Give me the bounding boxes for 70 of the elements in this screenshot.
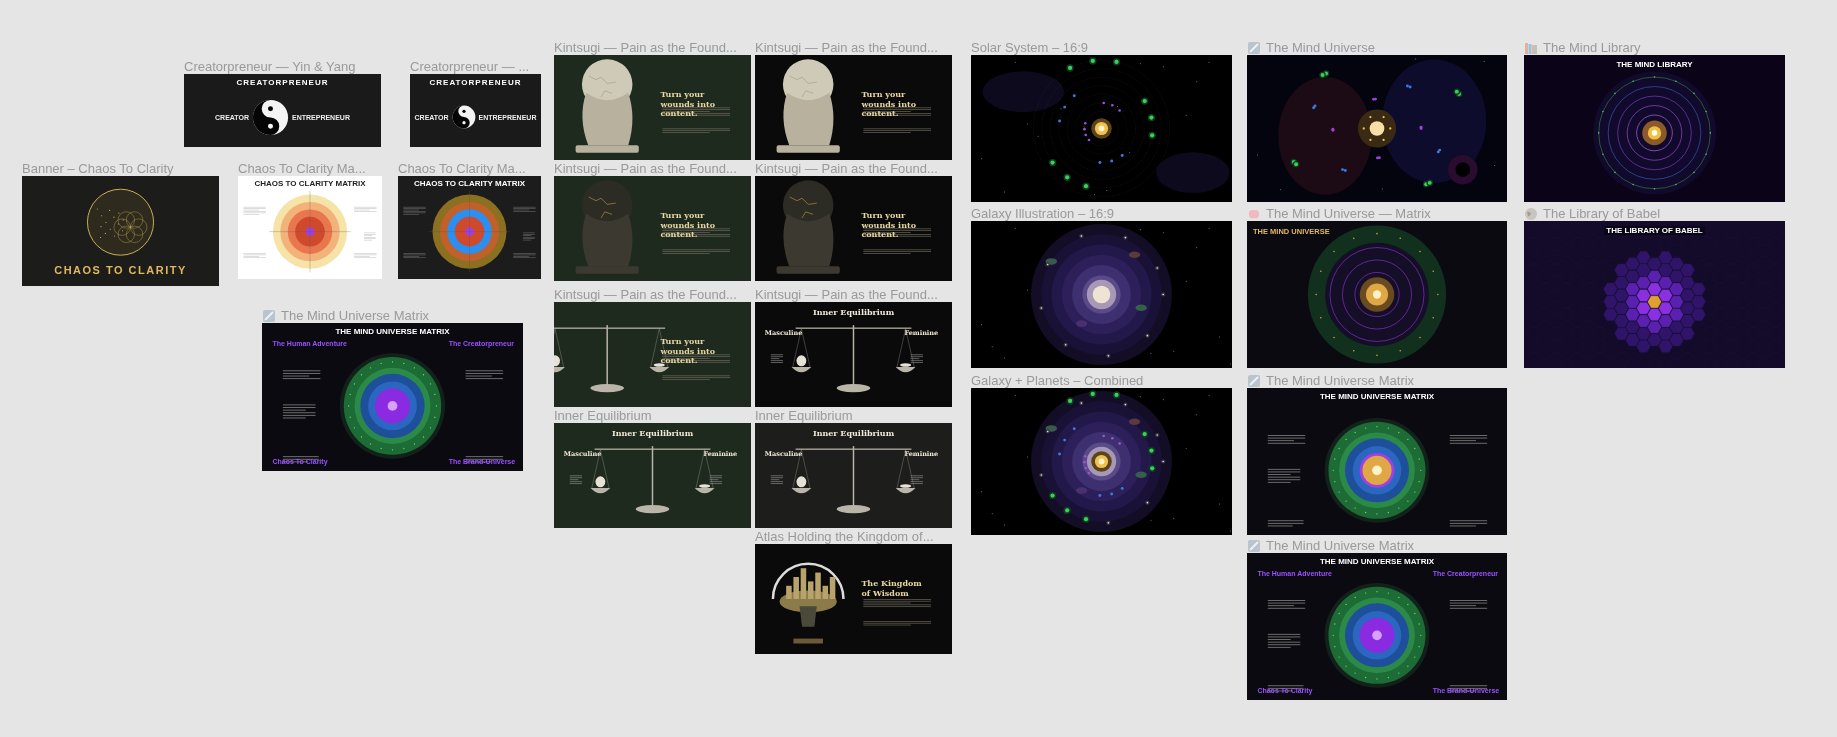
slide-title: THE MIND LIBRARY xyxy=(1616,60,1693,69)
slide-title: CHAOS TO CLARITY MATRIX xyxy=(254,179,366,188)
artboard[interactable]: CHAOS TO CLARITY MATRIX xyxy=(398,176,541,279)
slide-heading: Turn your wounds into content. xyxy=(861,211,917,239)
frame-title[interactable]: Inner Equilibrium xyxy=(755,408,853,423)
slide-title: CREATORPRENEUR xyxy=(236,78,329,87)
frame-title[interactable]: Kintsugi — Pain as the Found... xyxy=(755,287,938,302)
slide-title: CREATORPRENEUR xyxy=(429,78,522,87)
banner-title: CHAOS TO CLARITY xyxy=(54,264,187,276)
frame-title[interactable]: The Mind Universe — Matrix xyxy=(1266,206,1431,221)
frame-title[interactable]: The Library of Babel xyxy=(1543,206,1661,221)
placeholder-lines-drawing xyxy=(662,107,731,133)
frame-title[interactable]: Chaos To Clarity Ma... xyxy=(238,161,366,176)
slide-title: Inner Equilibrium xyxy=(812,428,895,438)
slide-title: CHAOS TO CLARITY MATRIX xyxy=(413,179,526,188)
slide-title: Inner Equilibrium xyxy=(812,307,895,317)
slide-heading: Turn your wounds into content. xyxy=(660,211,716,239)
artboard[interactable]: The Kingdom of Wisdom xyxy=(755,544,952,654)
slide-heading: The Kingdom of Wisdom xyxy=(861,579,923,598)
yin-yang-drawing xyxy=(451,105,476,129)
frame-title[interactable]: Banner – Chaos To Clarity xyxy=(22,161,174,176)
frame-title[interactable]: Kintsugi — Pain as the Found... xyxy=(755,161,938,176)
slide-title: THE LIBRARY OF BABEL xyxy=(1604,226,1705,235)
slide-heading: Turn your wounds into content. xyxy=(861,90,917,118)
yin-yang-drawing xyxy=(252,98,289,136)
placeholder-lines-drawing xyxy=(863,107,932,133)
globe-icon xyxy=(1524,206,1538,221)
frame-title[interactable]: Chaos To Clarity Ma... xyxy=(398,161,526,176)
frame-title[interactable]: Kintsugi — Pain as the Found... xyxy=(755,40,938,55)
image-icon xyxy=(1247,40,1261,55)
frame-title[interactable]: Kintsugi — Pain as the Found... xyxy=(554,40,737,55)
slide-title: THE MIND UNIVERSE MATRIX xyxy=(1319,392,1435,401)
frame-title[interactable]: Creatorpreneur — ... xyxy=(410,59,530,74)
frame-title[interactable]: Inner Equilibrium xyxy=(554,408,652,423)
frame-title[interactable]: Galaxy Illustration – 16:9 xyxy=(971,206,1115,221)
slide-title: THE MIND UNIVERSE MATRIX xyxy=(1319,557,1435,566)
image-icon xyxy=(262,308,276,323)
placeholder-lines-drawing xyxy=(863,228,932,254)
frame-title[interactable]: Atlas Holding the Kingdom of... xyxy=(755,529,934,544)
books-icon xyxy=(1524,40,1538,55)
placeholder-lines-drawing xyxy=(662,354,731,380)
artboard[interactable]: THE MIND UNIVERSE MATRIX xyxy=(1247,388,1507,535)
image-icon xyxy=(1247,538,1261,553)
artboard[interactable]: Turn your wounds into content. xyxy=(755,176,952,281)
frame-title[interactable]: Kintsugi — Pain as the Found... xyxy=(554,161,737,176)
slide-title: THE MIND UNIVERSE MATRIX xyxy=(335,327,450,336)
artboard[interactable]: Turn your wounds into content. xyxy=(554,302,751,407)
slide-title: Inner Equilibrium xyxy=(611,428,694,438)
placeholder-lines-drawing xyxy=(863,599,932,626)
frame-title[interactable]: The Mind Universe xyxy=(1266,40,1376,55)
artboard[interactable]: CHAOS TO CLARITY xyxy=(22,176,219,286)
slide-heading: Turn your wounds into content. xyxy=(660,90,716,118)
frame-title[interactable]: The Mind Universe Matrix xyxy=(281,308,430,323)
frame-title[interactable]: Solar System – 16:9 xyxy=(971,40,1089,55)
artboard[interactable]: THE MIND LIBRARY xyxy=(1524,55,1785,202)
flower-of-life-drawing xyxy=(87,188,154,256)
frame-title[interactable]: The Mind Universe Matrix xyxy=(1266,538,1415,553)
image-icon xyxy=(1247,373,1261,388)
artboard[interactable]: Turn your wounds into content. xyxy=(755,55,952,160)
artboard[interactable]: Turn your wounds into content. xyxy=(554,55,751,160)
frame-title[interactable]: Galaxy + Planets – Combined xyxy=(971,373,1144,388)
placeholder-lines-drawing xyxy=(662,228,731,254)
artboard[interactable]: CHAOS TO CLARITY MATRIX xyxy=(238,176,382,279)
frame-title[interactable]: The Mind Universe Matrix xyxy=(1266,373,1415,388)
frame-title[interactable]: Creatorpreneur — Yin & Yang xyxy=(184,59,356,74)
artboard[interactable]: Turn your wounds into content. xyxy=(554,176,751,281)
slide-heading: Turn your wounds into content. xyxy=(660,337,716,365)
artboard[interactable]: THE LIBRARY OF BABEL xyxy=(1524,221,1785,368)
frame-title[interactable]: The Mind Library xyxy=(1543,40,1641,55)
frame-title[interactable]: Kintsugi — Pain as the Found... xyxy=(554,287,737,302)
